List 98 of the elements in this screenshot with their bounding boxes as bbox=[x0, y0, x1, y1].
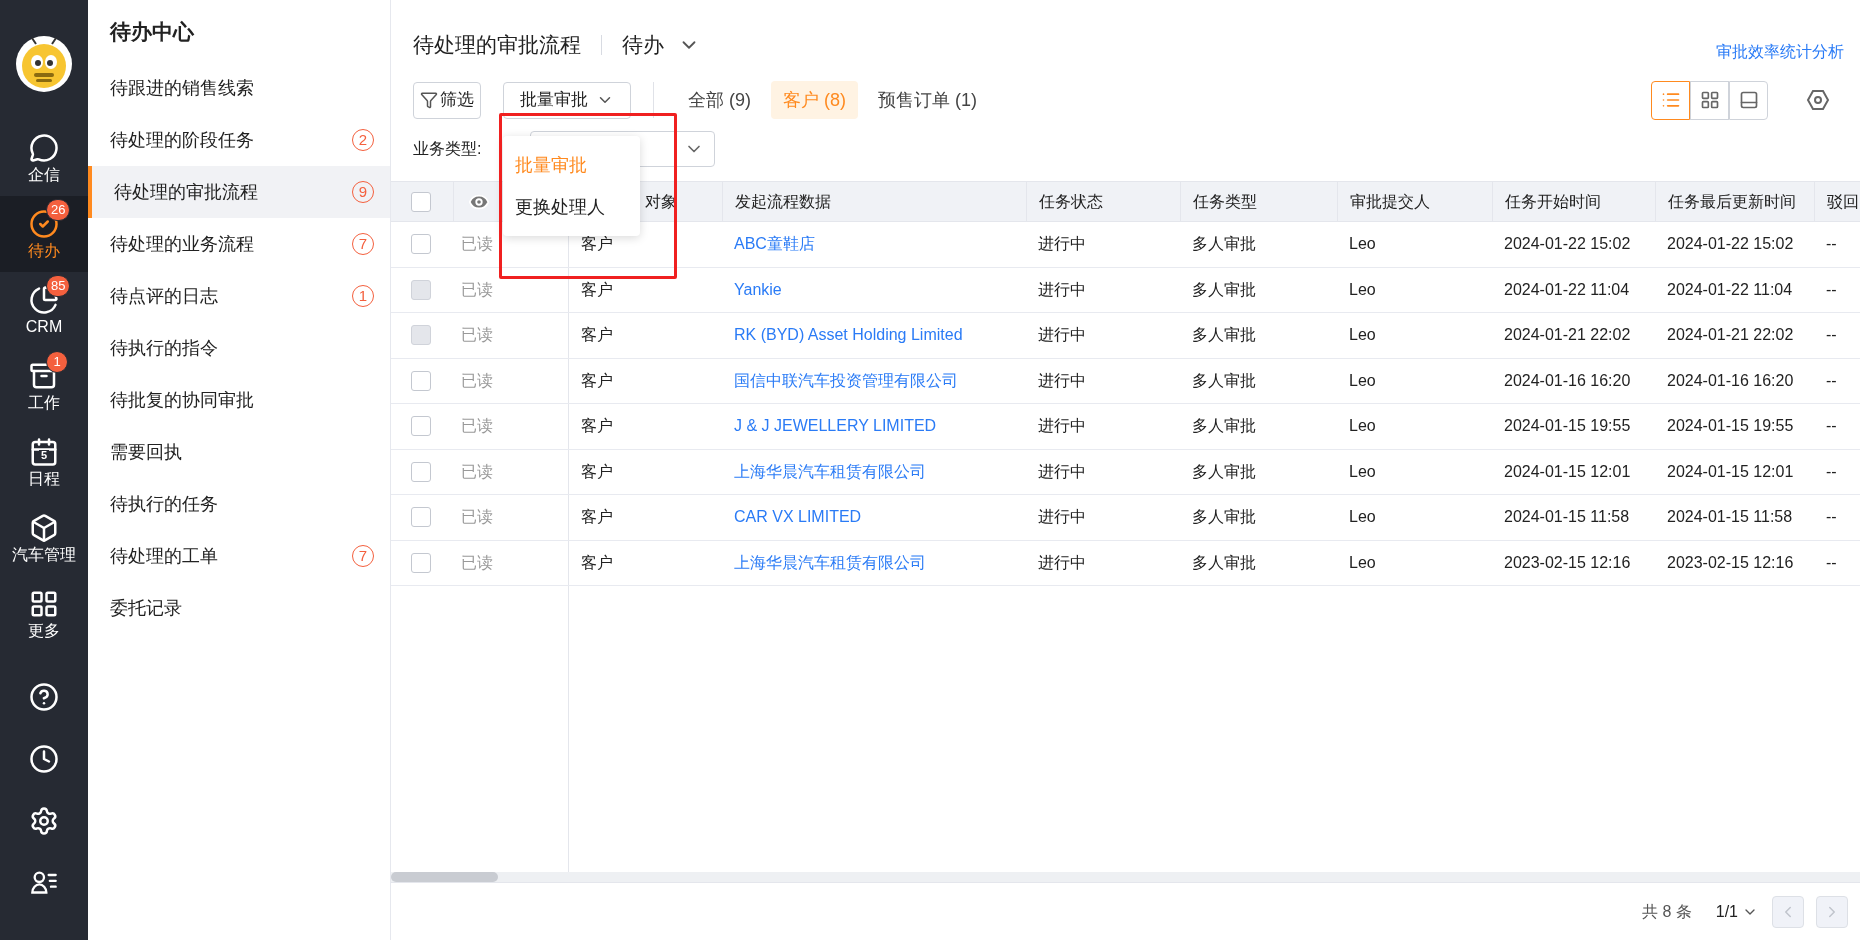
sidebar-item-label: 待执行的任务 bbox=[110, 492, 219, 516]
rail-label: 企信 bbox=[28, 167, 60, 183]
table-cell-text: 多人审批 bbox=[1191, 325, 1256, 346]
table-cell-text: 进行中 bbox=[1037, 234, 1086, 255]
table-cell-text: Leo bbox=[1348, 234, 1376, 255]
table-cell-text: Leo bbox=[1348, 370, 1376, 391]
table-cell-text: 客户 bbox=[580, 416, 613, 437]
table-cell-text: 客户 bbox=[580, 552, 613, 573]
table-cell-text: 2024-01-15 12:01 bbox=[1503, 461, 1631, 482]
table-cell-text: 2024-01-16 16:20 bbox=[1666, 370, 1794, 391]
table-cell-text: 客户 bbox=[580, 507, 613, 528]
table-cell-text: 2023-02-15 12:16 bbox=[1666, 552, 1794, 573]
table-cell-text: 2024-01-22 11:04 bbox=[1503, 279, 1630, 300]
table-cell-text: -- bbox=[1825, 461, 1837, 482]
page-title: 待处理的审批流程 bbox=[413, 32, 581, 59]
table-cell-text: 进行中 bbox=[1037, 507, 1086, 528]
table-cell-text: 进行中 bbox=[1037, 461, 1086, 482]
table-cell-text: 进行中 bbox=[1037, 279, 1086, 300]
table-cell-text: 多人审批 bbox=[1191, 552, 1256, 573]
table-cell-text: -- bbox=[1825, 234, 1837, 255]
table-cell-text: 多人审批 bbox=[1191, 370, 1256, 391]
table-cell-text: 进行中 bbox=[1037, 416, 1086, 437]
table-cell-text: 已读 bbox=[460, 416, 493, 437]
table-cell-text: 2024-01-22 15:02 bbox=[1666, 234, 1794, 255]
rail-label: 待办 bbox=[28, 243, 60, 259]
calendar-day: 5 bbox=[39, 450, 49, 461]
column-header: 审批提交人 bbox=[1350, 191, 1430, 212]
sidebar-item-label: 待批复的协同审批 bbox=[110, 388, 255, 412]
table-cell-text: 2024-01-16 16:20 bbox=[1503, 370, 1631, 391]
table-cell-text: 2023-02-15 12:16 bbox=[1503, 552, 1631, 573]
table-cell-text: 客户 bbox=[580, 325, 613, 346]
sidebar-title: 待办中心 bbox=[108, 19, 195, 45]
table-cell-text: 客户 bbox=[580, 461, 613, 482]
table-cell-text: 客户 bbox=[580, 370, 613, 391]
column-header: 对象 bbox=[645, 191, 677, 212]
table-cell-text: Leo bbox=[1348, 507, 1376, 528]
count-badge: 85 bbox=[46, 275, 71, 297]
table-cell-text: 2024-01-15 11:58 bbox=[1503, 507, 1630, 528]
sidebar-item-label: 待跟进的销售线索 bbox=[110, 76, 255, 100]
table-cell-text: 2024-01-15 19:55 bbox=[1666, 416, 1794, 437]
table-cell-text: 2024-01-22 11:04 bbox=[1666, 279, 1793, 300]
table-cell-text: 2024-01-21 22:02 bbox=[1503, 325, 1631, 346]
count-badge: 26 bbox=[46, 199, 71, 221]
table-cell-text: 已读 bbox=[460, 461, 493, 482]
table-cell-text: 进行中 bbox=[1037, 552, 1086, 573]
total-count: 共 8 条 bbox=[1641, 901, 1692, 922]
rail-label: 日程 bbox=[28, 471, 60, 487]
rail-label: 汽车管理 bbox=[12, 547, 76, 563]
table-cell-text: -- bbox=[1825, 325, 1837, 346]
table-cell-text: -- bbox=[1825, 279, 1837, 300]
table-cell-text: 已读 bbox=[460, 370, 493, 391]
table-cell-text: Leo bbox=[1348, 461, 1376, 482]
table-cell-text: Leo bbox=[1348, 279, 1376, 300]
table-cell-text: 2024-01-21 22:02 bbox=[1666, 325, 1794, 346]
table-cell-text: Leo bbox=[1348, 416, 1376, 437]
table-cell-text: -- bbox=[1825, 552, 1837, 573]
rail-label: 工作 bbox=[28, 395, 60, 411]
table-cell-text: 多人审批 bbox=[1191, 279, 1256, 300]
rail-label: 更多 bbox=[28, 623, 60, 639]
column-header: 任务最后更新时间 bbox=[1668, 191, 1796, 212]
sidebar-item-label: 待点评的日志 bbox=[110, 284, 219, 308]
filter-label: 业务类型: bbox=[413, 139, 483, 159]
sidebar-item-label: 委托记录 bbox=[110, 596, 183, 620]
table-cell-text: 已读 bbox=[460, 552, 493, 573]
table-cell-text: -- bbox=[1825, 370, 1837, 391]
table-cell-text: 已读 bbox=[460, 507, 493, 528]
table-cell-text: 已读 bbox=[460, 325, 493, 346]
rail-label: CRM bbox=[25, 319, 63, 335]
sidebar-item-label: 需要回执 bbox=[110, 440, 183, 464]
table-cell-text: -- bbox=[1825, 416, 1837, 437]
table-cell-text: 2024-01-15 11:58 bbox=[1666, 507, 1793, 528]
sidebar-item-label: 待处理的工单 bbox=[110, 544, 219, 568]
sidebar-item-label: 待处理的阶段任务 bbox=[110, 128, 255, 152]
sidebar-item-label: 待执行的指令 bbox=[110, 336, 219, 360]
table-cell-text: 多人审批 bbox=[1191, 416, 1256, 437]
table-cell-text: 2024-01-22 15:02 bbox=[1503, 234, 1631, 255]
table-cell-text: 已读 bbox=[460, 279, 493, 300]
table-cell-text: Leo bbox=[1348, 325, 1376, 346]
table-cell-text: -- bbox=[1825, 507, 1837, 528]
table-cell-text: Leo bbox=[1348, 552, 1376, 573]
table-cell-text: 多人审批 bbox=[1191, 461, 1256, 482]
table-cell-text: 多人审批 bbox=[1191, 507, 1256, 528]
table-cell-text: 2024-01-15 19:55 bbox=[1503, 416, 1631, 437]
table-cell-text: 客户 bbox=[580, 279, 613, 300]
column-header: 任务开始时间 bbox=[1505, 191, 1601, 212]
table-cell-text: 已读 bbox=[460, 234, 493, 255]
table-cell-text: 客户 bbox=[580, 234, 613, 255]
table-cell-text: 进行中 bbox=[1037, 370, 1086, 391]
table-cell-text: 进行中 bbox=[1037, 325, 1086, 346]
column-header: 任务状态 bbox=[1039, 191, 1103, 212]
column-header: 驳回 bbox=[1827, 191, 1859, 212]
sidebar-item-label: 待处理的业务流程 bbox=[110, 232, 255, 256]
count-badge: 1 bbox=[46, 351, 68, 373]
table-cell-text: 多人审批 bbox=[1191, 234, 1256, 255]
column-header: 任务类型 bbox=[1193, 191, 1257, 212]
column-header: 发起流程数据 bbox=[735, 191, 831, 212]
sidebar-item-label: 待处理的审批流程 bbox=[114, 180, 259, 204]
table-cell-text: 2024-01-15 12:01 bbox=[1666, 461, 1794, 482]
